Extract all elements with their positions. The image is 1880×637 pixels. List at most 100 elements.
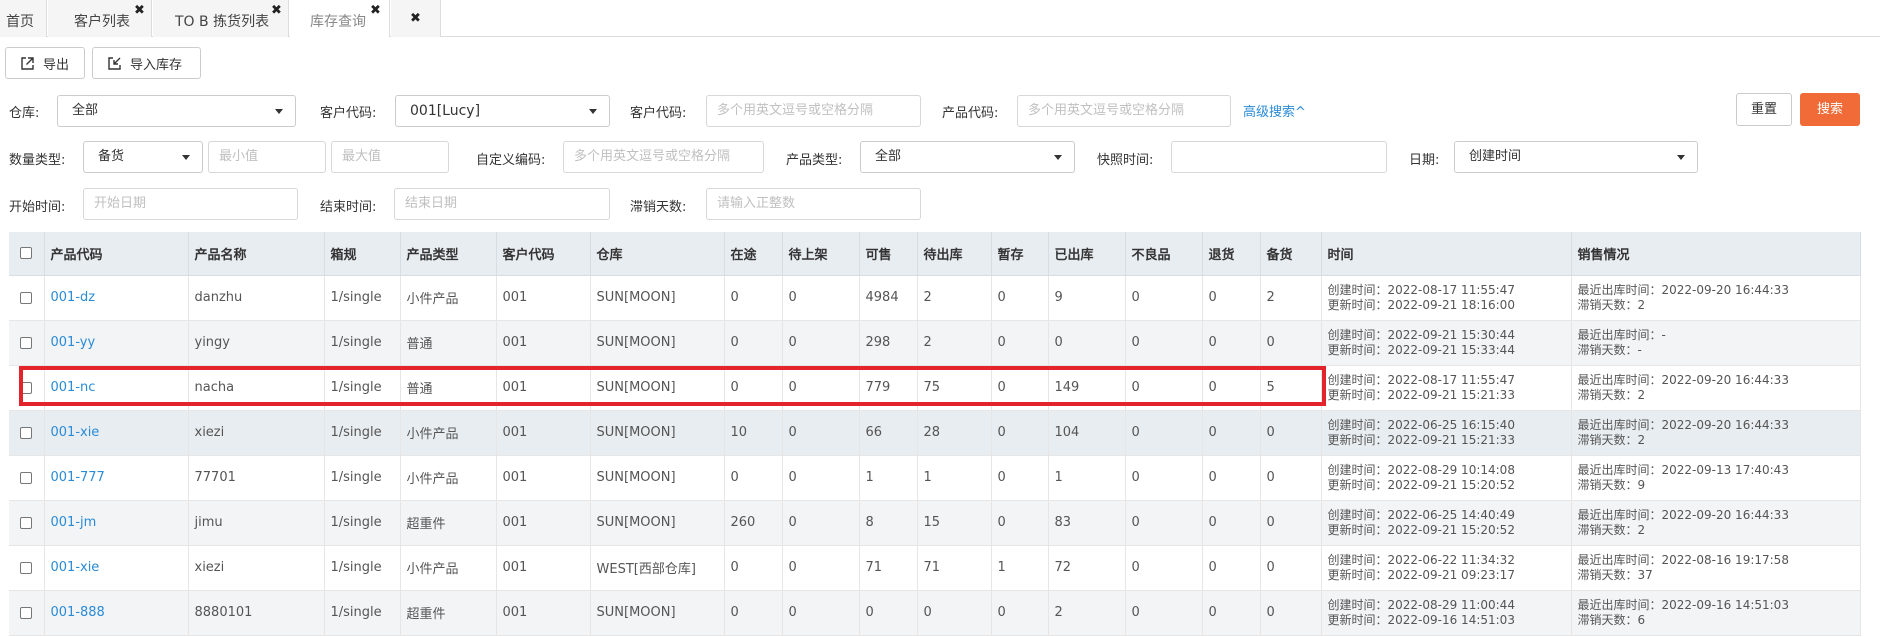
product-code-link[interactable]: 001-xie <box>51 425 100 440</box>
product-code-link[interactable]: 001-777 <box>51 470 105 485</box>
cell-shipped: 2 <box>1048 590 1126 636</box>
product-type-select[interactable]: 全部 <box>860 141 1075 173</box>
reset-button[interactable]: 重置 <box>1736 93 1792 126</box>
row-checkbox[interactable] <box>9 455 45 501</box>
product-code-link[interactable]: 001-888 <box>51 605 105 620</box>
tab-label: 库存查询 <box>310 14 366 30</box>
customer-code-select[interactable]: 001[Lucy] <box>395 95 610 127</box>
start-time-label: 开始时间: <box>9 200 66 215</box>
product-code-link[interactable]: 001-jm <box>51 515 97 530</box>
updated-time: 更新时间：2022-09-21 15:20:52 <box>1327 477 1515 492</box>
tab-close-all[interactable]: ✖ <box>391 0 441 37</box>
cell-name: 8880101 <box>188 590 325 636</box>
table-row: 001-888 8880101 1/single 超重件 001 SUN[MOON] 0 0 0… <box>9 590 1861 636</box>
slow-days-input[interactable]: 请输入正整数 <box>706 188 921 220</box>
advanced-search-link[interactable]: 高级搜索^ <box>1243 101 1306 120</box>
product-code-link[interactable]: 001-dz <box>51 290 96 305</box>
cell-warehouse: SUN[MOON] <box>590 500 725 546</box>
customer-codes-input[interactable]: 多个用英文逗号或空格分隔 <box>706 95 921 127</box>
qty-type-select[interactable]: 备货 <box>83 141 203 173</box>
cell-pending-out: 71 <box>917 545 992 591</box>
cell-stock: 0 <box>1260 455 1322 501</box>
cell-customer: 001 <box>496 410 591 456</box>
tab-tob-picking[interactable]: TO B 拣货列表 ✖ <box>153 0 289 37</box>
max-value-input[interactable]: 最大值 <box>331 141 449 173</box>
cell-pending-shelf: 0 <box>782 410 860 456</box>
cell-sellable: 298 <box>859 320 918 366</box>
close-icon[interactable]: ✖ <box>410 12 421 25</box>
min-value-input[interactable]: 最小值 <box>208 141 326 173</box>
cell-transit: 0 <box>724 365 783 411</box>
cell-transit: 0 <box>724 590 783 636</box>
chevron-down-icon <box>275 109 283 114</box>
cell-stock: 2 <box>1260 275 1322 321</box>
slow-moving-days: 滞销天数：- <box>1577 342 1642 357</box>
cell-shipped: 104 <box>1048 410 1126 456</box>
table-header-row: 产品代码 产品名称 箱规 产品类型 客户代码 仓库 在途 待上架 可售 待出库 … <box>9 232 1861 276</box>
cell-transit: 260 <box>724 500 783 546</box>
created-time: 创建时间：2022-08-17 11:55:47 <box>1327 282 1515 297</box>
cell-sellable: 1 <box>859 455 918 501</box>
start-date-input[interactable]: 开始日期 <box>83 188 298 220</box>
cell-customer: 001 <box>496 455 591 501</box>
created-time: 创建时间：2022-09-21 15:30:44 <box>1327 327 1515 342</box>
cell-returned: 0 <box>1202 410 1261 456</box>
product-code-input[interactable]: 多个用英文逗号或空格分隔 <box>1017 95 1231 127</box>
cell-pending-shelf: 0 <box>782 590 860 636</box>
import-icon <box>108 56 121 70</box>
cell-defective: 0 <box>1125 320 1203 366</box>
cell-spec: 1/single <box>324 275 401 321</box>
custom-code-input[interactable]: 多个用英文逗号或空格分隔 <box>563 141 764 173</box>
cell-transit: 0 <box>724 275 783 321</box>
tab-inventory-query[interactable]: 库存查询 ✖ <box>290 0 390 37</box>
close-icon[interactable]: ✖ <box>271 4 282 17</box>
date-type-value: 创建时间 <box>1469 149 1522 164</box>
custom-code-label: 自定义编码: <box>476 153 546 168</box>
row-checkbox[interactable] <box>9 545 45 591</box>
cell-pending-shelf: 0 <box>782 545 860 591</box>
snapshot-input[interactable] <box>1171 141 1387 173</box>
qty-type-label: 数量类型: <box>9 153 66 168</box>
row-checkbox[interactable] <box>9 500 45 546</box>
product-code-link[interactable]: 001-xie <box>51 560 100 575</box>
last-outbound-time: 最近出库时间：2022-09-13 17:40:43 <box>1577 462 1789 477</box>
product-code-link[interactable]: 001-nc <box>51 380 96 395</box>
table-row: 001-dz danzhu 1/single 小件产品 001 SUN[MOON] 0 0 49… <box>9 275 1861 321</box>
slow-moving-days: 滞销天数：2 <box>1577 432 1646 447</box>
column-header: 待上架 <box>782 232 860 276</box>
tab-customer-list[interactable]: 客户列表 ✖ <box>48 0 152 37</box>
warehouse-select[interactable]: 全部 <box>57 95 296 127</box>
close-icon[interactable]: ✖ <box>134 4 145 17</box>
row-checkbox[interactable] <box>9 275 45 321</box>
export-button[interactable]: 导出 <box>5 47 85 79</box>
cell-staging: 0 <box>991 410 1049 456</box>
cell-transit: 0 <box>724 545 783 591</box>
cell-type: 超重件 <box>400 500 497 546</box>
end-date-input[interactable]: 结束日期 <box>394 188 610 220</box>
cell-pending-shelf: 0 <box>782 275 860 321</box>
date-type-select[interactable]: 创建时间 <box>1454 141 1698 173</box>
column-header: 产品代码 <box>44 232 189 276</box>
created-time: 创建时间：2022-08-29 10:14:08 <box>1327 462 1515 477</box>
import-inventory-button[interactable]: 导入库存 <box>92 47 201 79</box>
row-checkbox[interactable] <box>9 590 45 636</box>
close-icon[interactable]: ✖ <box>370 4 381 17</box>
cell-stock: 0 <box>1260 590 1322 636</box>
created-time: 创建时间：2022-06-25 16:15:40 <box>1327 417 1515 432</box>
cell-pending-shelf: 0 <box>782 455 860 501</box>
select-all-checkbox[interactable] <box>9 232 45 276</box>
row-checkbox[interactable] <box>9 365 45 411</box>
product-code-link[interactable]: 001-yy <box>51 335 96 350</box>
row-checkbox[interactable] <box>9 410 45 456</box>
cell-spec: 1/single <box>324 410 401 456</box>
cell-warehouse: SUN[MOON] <box>590 590 725 636</box>
customer-codes-label: 客户代码: <box>630 106 687 121</box>
created-time: 创建时间：2022-08-17 11:55:47 <box>1327 372 1515 387</box>
cell-returned: 0 <box>1202 365 1261 411</box>
search-button[interactable]: 搜索 <box>1800 93 1860 126</box>
cell-warehouse: SUN[MOON] <box>590 455 725 501</box>
cell-sellable: 66 <box>859 410 918 456</box>
column-header: 已出库 <box>1048 232 1126 276</box>
row-checkbox[interactable] <box>9 320 45 366</box>
tab-home[interactable]: 首页 <box>0 0 47 37</box>
